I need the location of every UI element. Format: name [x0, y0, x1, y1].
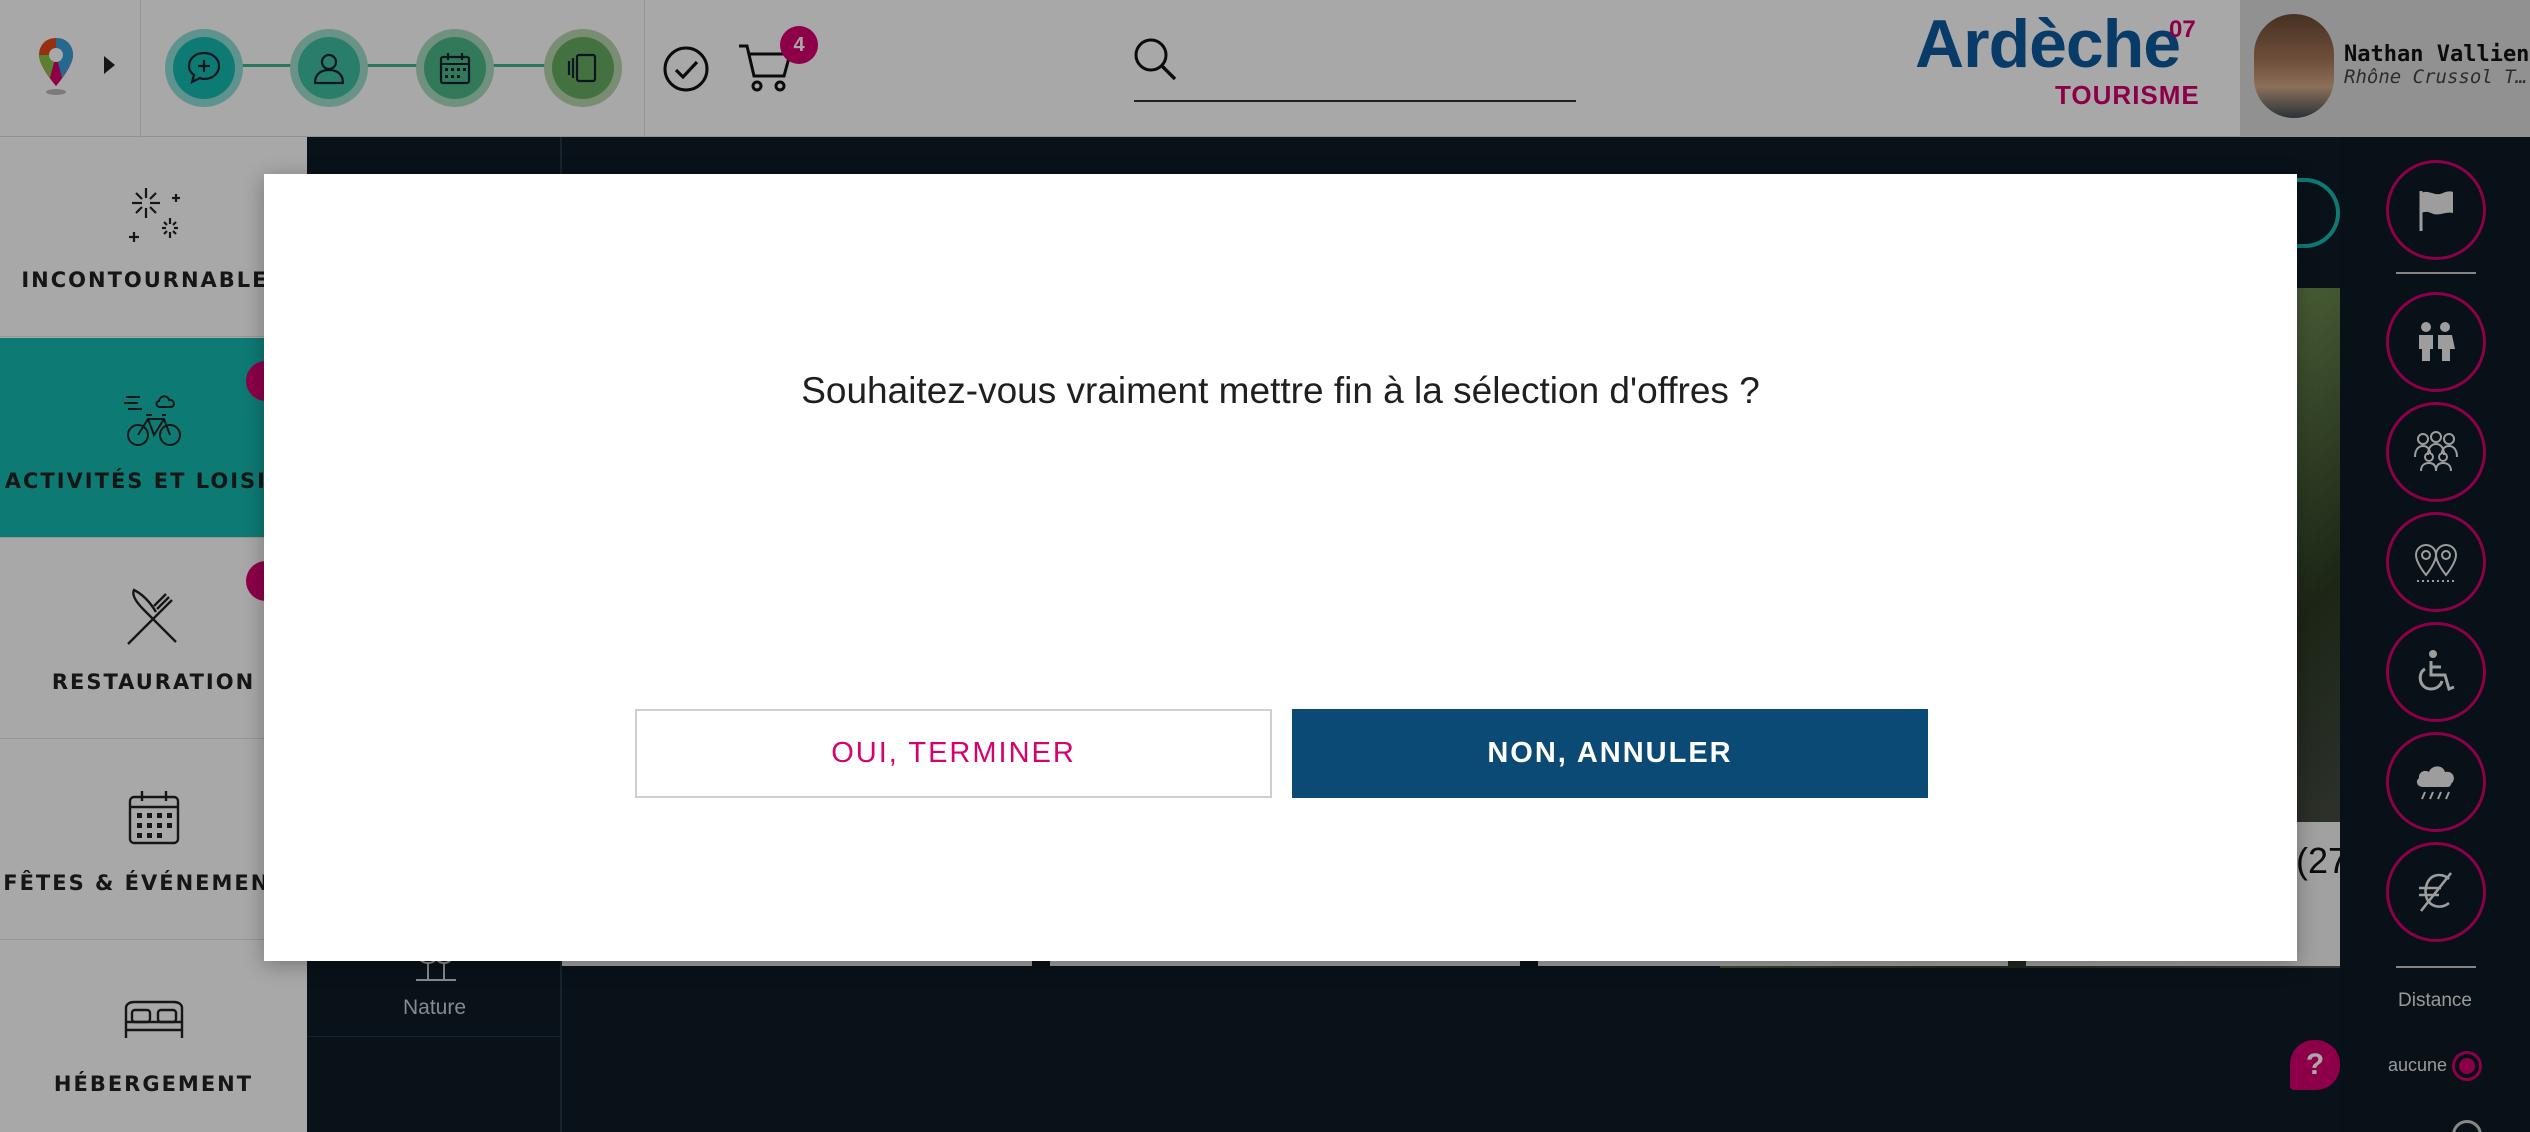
confirm-end-button[interactable]: OUI, TERMINER: [635, 709, 1272, 798]
dialog-question: Souhaitez-vous vraiment mettre fin à la …: [801, 370, 1760, 411]
cancel-button[interactable]: NON, ANNULER: [1292, 709, 1928, 798]
confirm-dialog: Souhaitez-vous vraiment mettre fin à la …: [264, 174, 2297, 961]
